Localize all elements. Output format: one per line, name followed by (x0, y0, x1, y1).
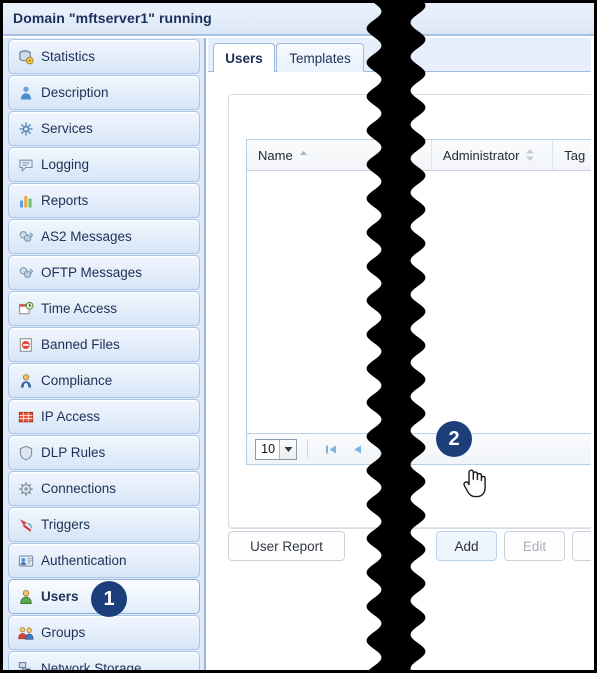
sidebar-item-label: Description (41, 85, 109, 100)
card-bottom-divider (229, 527, 591, 528)
tab-users[interactable]: Users (213, 43, 275, 72)
banned-files-icon (18, 337, 34, 353)
reports-icon (18, 193, 34, 209)
sidebar-item-label: Users (41, 589, 79, 604)
sidebar-item-compliance[interactable]: Compliance (8, 363, 200, 398)
sidebar-item-groups[interactable]: Groups (8, 615, 200, 650)
compliance-icon (18, 373, 34, 389)
previous-page-icon (353, 445, 361, 453)
tab-strip: Users Templates (208, 38, 591, 72)
main-content-panel: Users Templates Name Administrator Tag 1… (208, 38, 591, 667)
add-button[interactable]: Add (436, 531, 497, 561)
services-icon (18, 121, 34, 137)
page-size-value: 10 (261, 442, 276, 456)
grid-column-header-tag[interactable]: Tag (553, 140, 591, 170)
grid-pager: 10 (246, 434, 591, 465)
sidebar-item-label: OFTP Messages (41, 265, 143, 280)
sidebar-item-label: Connections (41, 481, 117, 496)
sidebar-item-authentication[interactable]: Authentication (8, 543, 200, 578)
groups-icon (18, 625, 34, 641)
sidebar-item-as2-messages[interactable]: AS2 Messages (8, 219, 200, 254)
sidebar-item-label: Authentication (41, 553, 127, 568)
callout-badge-2-number: 2 (448, 427, 460, 450)
sidebar-item-oftp-messages[interactable]: OFTP Messages (8, 255, 200, 290)
first-page-icon (325, 445, 336, 453)
previous-page-button[interactable] (344, 438, 370, 460)
sidebar-item-label: Network Storage (41, 661, 142, 673)
first-page-button[interactable] (318, 438, 344, 460)
chevron-down-icon (279, 439, 296, 459)
grid-column-header-name[interactable]: Name (247, 140, 432, 170)
grid-column-header-administrator[interactable]: Administrator (432, 140, 554, 170)
tab-templates[interactable]: Templates (276, 43, 364, 72)
sidebar-item-label: Statistics (41, 49, 96, 64)
edit-button-label: Edit (522, 538, 547, 554)
sidebar-item-connections[interactable]: Connections (8, 471, 200, 506)
sidebar-item-label: Groups (41, 625, 86, 640)
page-size-select[interactable]: 10 (255, 438, 297, 460)
user-report-button-label: User Report (250, 538, 323, 554)
page-title: Domain "mftserver1" running (13, 10, 212, 26)
sidebar-item-label: Logging (41, 157, 90, 172)
sidebar-item-statistics[interactable]: Statistics (8, 39, 200, 74)
grid-header-row: Name Administrator Tag (247, 140, 591, 171)
sort-ascending-icon (299, 149, 308, 161)
grid-body-empty (247, 171, 591, 433)
sidebar-item-description[interactable]: Description (8, 75, 200, 110)
sidebar-item-label: Reports (41, 193, 89, 208)
dlp-rules-icon (18, 445, 34, 461)
callout-badge-1-number: 1 (103, 587, 115, 610)
authentication-icon (18, 553, 34, 569)
tab-templates-label: Templates (289, 50, 351, 66)
description-icon (18, 85, 34, 101)
add-button-label: Add (454, 538, 479, 554)
callout-badge-2: 2 (436, 421, 472, 457)
as2-messages-icon (18, 229, 34, 245)
sidebar-item-triggers[interactable]: Triggers (8, 507, 200, 542)
copy-button[interactable]: Co (572, 531, 591, 561)
sidebar-item-banned-files[interactable]: Banned Files (8, 327, 200, 362)
application-window: Domain "mftserver1" running Statistics De… (0, 0, 597, 673)
sidebar-item-time-access[interactable]: Time Access (8, 291, 200, 326)
logging-icon (18, 157, 34, 173)
sidebar-item-logging[interactable]: Logging (8, 147, 200, 182)
pager-divider-2 (380, 439, 381, 459)
sidebar-item-network-storage[interactable]: Network Storage (8, 651, 200, 673)
users-card: Name Administrator Tag 10 (228, 94, 591, 529)
grid-column-label-administrator: Administrator (442, 147, 520, 163)
sidebar-item-label: Banned Files (41, 337, 120, 352)
tab-users-label: Users (225, 50, 263, 66)
sidebar-item-label: IP Access (41, 409, 101, 424)
action-button-row: User Report Add Edit Co (208, 531, 591, 571)
sidebar-item-label: Time Access (41, 301, 118, 316)
connections-icon (18, 481, 34, 497)
network-storage-icon (18, 661, 34, 670)
sidebar-item-ip-access[interactable]: IP Access (8, 399, 200, 434)
sidebar-item-label: Services (41, 121, 93, 136)
sidebar-item-label: Compliance (41, 373, 113, 388)
user-report-button[interactable]: User Report (228, 531, 345, 561)
sidebar-navigation[interactable]: Statistics Description Services Logging Repo… (3, 38, 206, 673)
sidebar-item-reports[interactable]: Reports (8, 183, 200, 218)
grid-column-label-tag: Tag (564, 147, 586, 163)
triggers-icon (18, 517, 34, 533)
pager-divider-1 (307, 439, 308, 459)
sidebar-item-services[interactable]: Services (8, 111, 200, 146)
oftp-messages-icon (18, 265, 34, 281)
users-icon (18, 589, 34, 605)
window-title-bar: Domain "mftserver1" running (3, 3, 594, 36)
ip-access-icon (18, 409, 34, 425)
edit-button[interactable]: Edit (504, 531, 565, 561)
statistics-icon (18, 49, 34, 65)
time-access-icon (18, 301, 34, 317)
sidebar-item-label: Triggers (41, 517, 91, 532)
sidebar-item-label: AS2 Messages (41, 229, 132, 244)
sort-none-icon (525, 148, 535, 162)
callout-badge-1: 1 (91, 581, 127, 617)
grid-column-label-name: Name (258, 147, 293, 163)
sidebar-item-label: DLP Rules (41, 445, 106, 460)
users-grid: Name Administrator Tag (246, 139, 591, 434)
sidebar-item-dlp-rules[interactable]: DLP Rules (8, 435, 200, 470)
